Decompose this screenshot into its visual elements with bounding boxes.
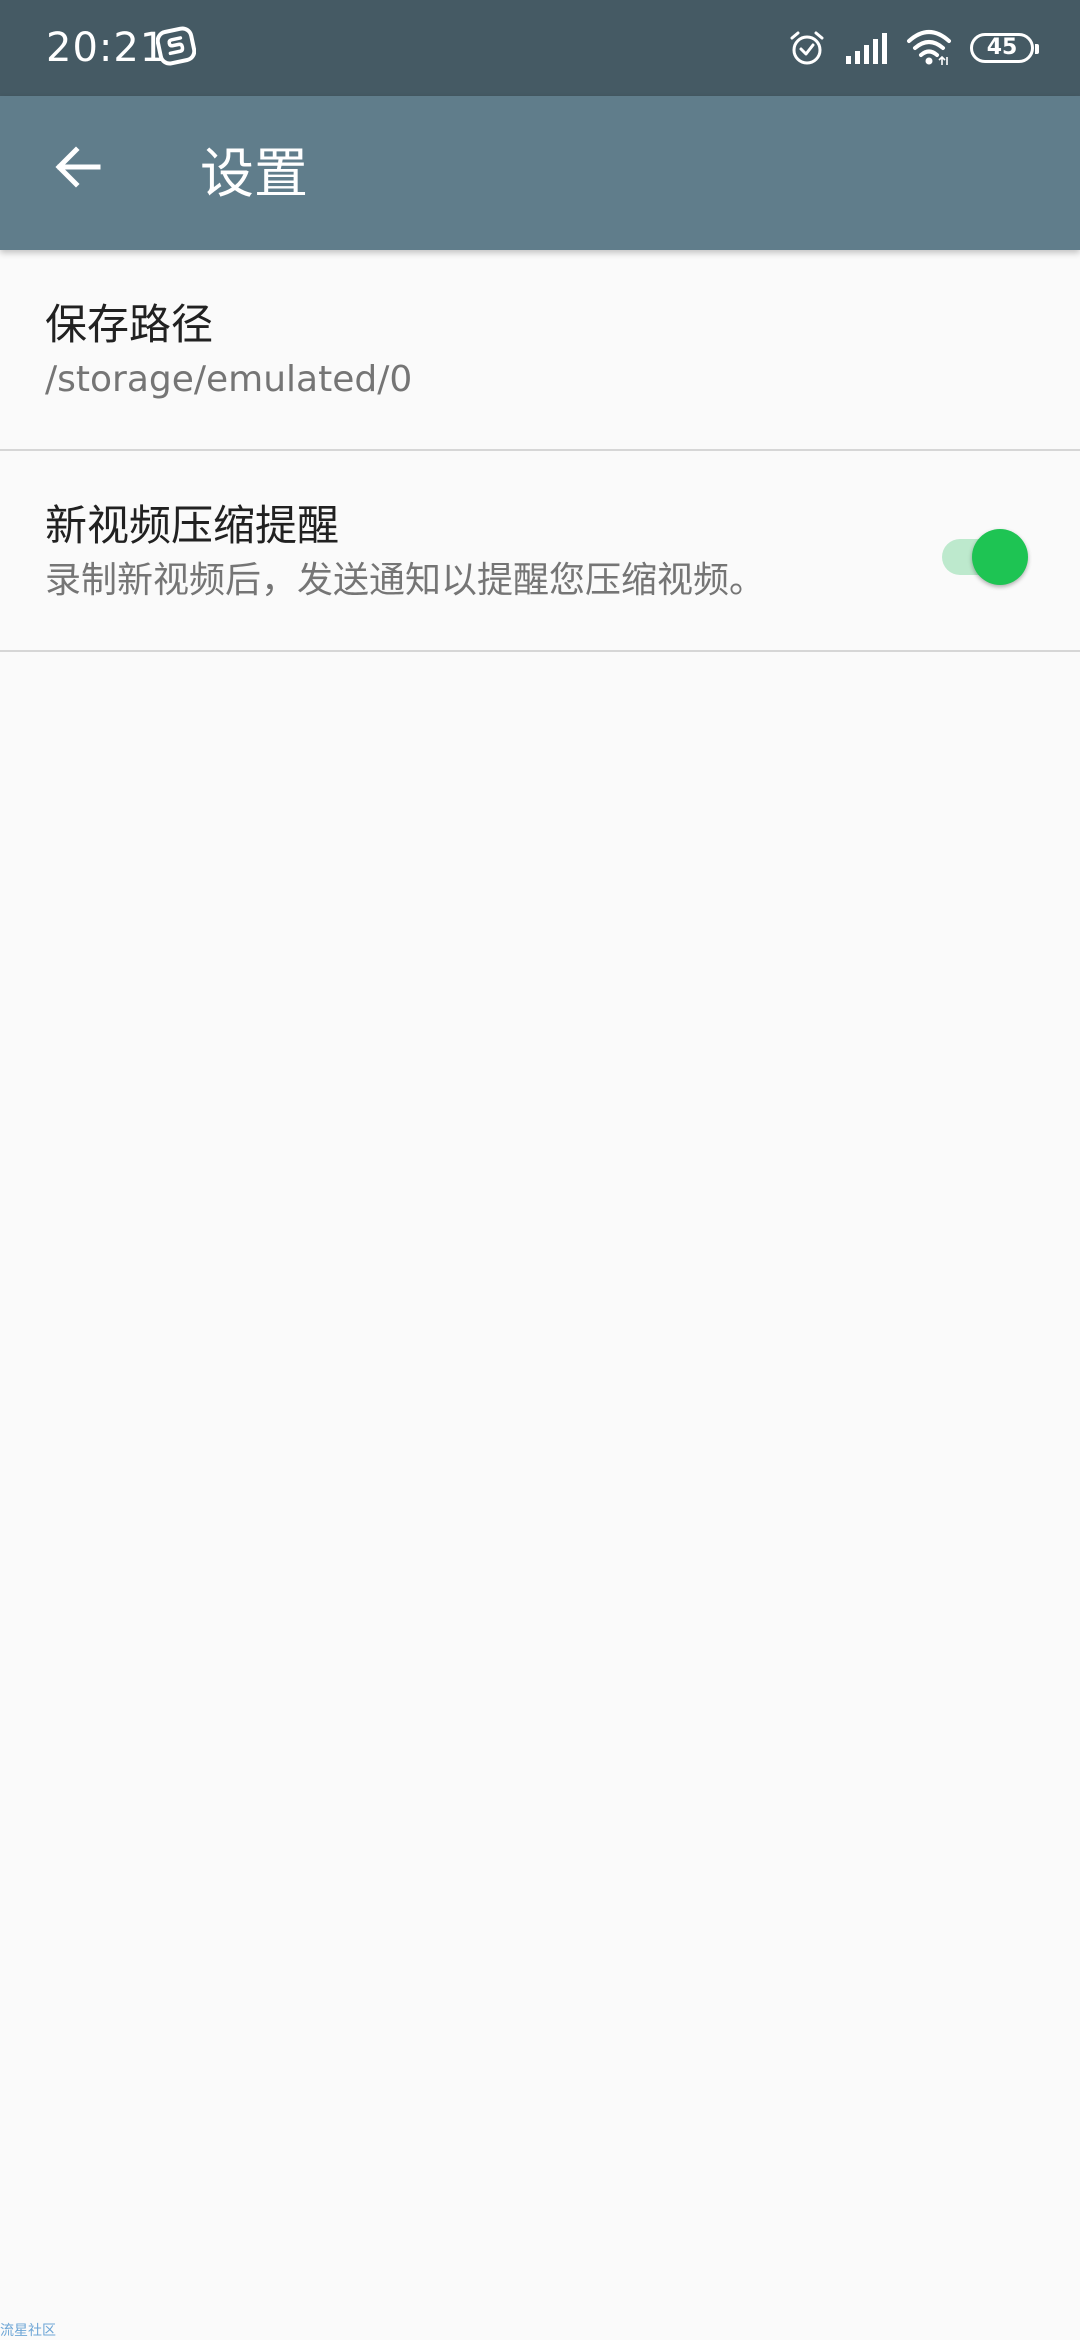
- status-bar: 20:21 45: [0, 0, 1080, 96]
- pref-save-path[interactable]: 保存路径 /storage/emulated/0: [0, 250, 1080, 450]
- pref-compress-reminder-summary: 录制新视频后，发送通知以提醒您压缩视频。: [45, 560, 766, 601]
- pref-compress-reminder-title: 新视频压缩提醒: [45, 501, 340, 550]
- status-time: 20:21: [46, 25, 167, 71]
- divider: [0, 650, 1080, 652]
- watermark: 流星社区: [0, 2323, 56, 2339]
- wifi-icon: [907, 30, 951, 65]
- pref-save-path-title: 保存路径: [45, 300, 214, 349]
- back-button[interactable]: [36, 125, 120, 209]
- battery-level: 45: [986, 35, 1018, 60]
- compress-reminder-switch[interactable]: [936, 521, 1032, 585]
- pref-compress-reminder[interactable]: 新视频压缩提醒 录制新视频后，发送通知以提醒您压缩视频。: [0, 451, 1080, 651]
- pref-save-path-summary: /storage/emulated/0: [45, 359, 413, 400]
- app-s-icon: [156, 26, 196, 66]
- status-icons: 45: [788, 22, 1039, 74]
- signal-icon: [846, 33, 887, 64]
- battery-icon: 45: [970, 33, 1039, 63]
- page-title: 设置: [200, 142, 308, 205]
- app-bar: [0, 96, 1080, 250]
- alarm-icon: [790, 31, 824, 65]
- switch-thumb: [972, 529, 1028, 585]
- arrow-left-icon: [55, 146, 101, 188]
